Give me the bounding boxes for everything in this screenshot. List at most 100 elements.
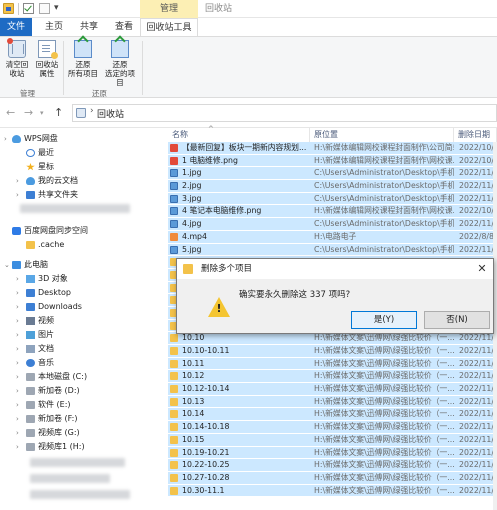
yes-button[interactable]: 是(Y) (351, 311, 417, 329)
chevron-right-icon[interactable]: › (90, 106, 94, 116)
column-header-location[interactable]: 原位置 (310, 128, 454, 142)
nav-item-baidu-sync[interactable]: 百度网盘同步空间 (0, 224, 164, 238)
table-row[interactable]: 10.19-10.21 H:\新媒体文案\迅傅网\绿强比较价（一... 2022/1… (168, 446, 497, 460)
column-header-date[interactable]: 删除日期 (454, 128, 497, 142)
table-row[interactable]: 4.mp4 H:\电路电子 2022/8/8 1 (168, 230, 497, 244)
table-row[interactable]: 【最新回复】板块一期新内容规划... H:\新媒体编辑网校课程封面制作\公司简单.… (168, 142, 497, 155)
nav-item-music[interactable]: › 音乐 (0, 356, 164, 370)
image-file-icon (170, 194, 178, 203)
video-file-icon (170, 232, 178, 241)
nav-item-starred[interactable]: 星标 (0, 160, 164, 174)
nav-item-my-cloud-docs[interactable]: › 我的云文档 (0, 174, 164, 188)
table-row[interactable]: 10.22-10.25 H:\新媒体文案\迅傅网\绿强比较价（一... 2022/1… (168, 459, 497, 472)
nav-item-downloads[interactable]: › Downloads (0, 300, 164, 314)
table-row[interactable]: 10.14 H:\新媒体文案\迅傅网\绿强比较价（一... 2022/11/1 (168, 408, 497, 422)
nav-item-drive-f[interactable]: › 新加卷 (F:) (0, 412, 164, 426)
music-icon (26, 359, 35, 367)
window-title: 回收站 (205, 4, 233, 14)
restore-selected-button[interactable]: 还原 选定的项目 (102, 40, 138, 87)
nav-item-wps-cloud[interactable]: › WPS网盘 (0, 132, 164, 146)
file-location: C:\Users\Administrator\Desktop\手机... (314, 193, 454, 203)
nav-item-shared-folder[interactable]: › 共享文件夹 (0, 188, 164, 202)
nav-item-recent[interactable]: 最近 (0, 146, 164, 160)
address-bar[interactable]: › 回收站 (72, 104, 497, 122)
file-name: 4.jpg (182, 219, 202, 229)
empty-recycle-bin-button[interactable]: 清空回 收站 (4, 38, 30, 84)
table-row[interactable]: 3.jpg C:\Users\Administrator\Desktop\手机..… (168, 192, 497, 206)
file-name: 10.14 (182, 409, 205, 419)
file-date: 2022/11/1 (459, 472, 497, 482)
table-row[interactable]: 10.30-11.1 H:\新媒体文案\迅傅网\绿强比较价（一... 2022/11… (168, 484, 497, 498)
file-location: H:\新媒体文案\迅傅网\绿强比较价（一... (314, 447, 454, 457)
folder-icon (26, 241, 35, 249)
no-button[interactable]: 否(N) (424, 311, 490, 329)
table-row[interactable]: 4.jpg C:\Users\Administrator\Desktop\手机..… (168, 218, 497, 231)
restore-selected-icon (111, 40, 129, 58)
cloud-folder-icon (26, 177, 35, 185)
table-row[interactable]: 10.13 H:\新媒体文案\迅傅网\绿强比较价（一... 2022/11/1 (168, 395, 497, 409)
close-icon[interactable]: ✕ (473, 259, 491, 279)
folder-icon (170, 448, 178, 457)
nav-item-videos[interactable]: › 视频 (0, 314, 164, 328)
tab-view[interactable]: 查看 (110, 18, 138, 36)
file-name: 4.mp4 (182, 231, 207, 241)
image-file-icon (170, 220, 178, 229)
table-row[interactable]: 4 笔记本电脑维修.png H:\新媒体编辑网校课程封面制作\网校课... 2022… (168, 205, 497, 219)
recent-locations-chevron-icon[interactable]: ▾ (40, 109, 44, 117)
address-path: 回收站 (97, 110, 125, 120)
recycle-bin-properties-button[interactable]: 回收站 属性 (34, 40, 60, 84)
tab-file[interactable]: 文件 (0, 18, 32, 36)
documents-icon (26, 345, 35, 353)
back-arrow-icon[interactable]: ← (6, 106, 15, 119)
table-row[interactable]: 10.10 H:\新媒体文案\迅傅网\绿强比较价（一... 2022/11/1 (168, 332, 497, 345)
nav-item-documents[interactable]: › 文档 (0, 342, 164, 356)
nav-item-cache[interactable]: .cache (0, 238, 164, 252)
nav-item-drive-e[interactable]: › 软件 (E:) (0, 398, 164, 412)
nav-item-desktop[interactable]: › Desktop (0, 286, 164, 300)
tab-home[interactable]: 主页 (40, 18, 68, 36)
new-folder-quick-button[interactable] (39, 3, 50, 14)
table-row[interactable]: 10.14-10.18 H:\新媒体文案\迅傅网\绿强比较价（一... 2022/1… (168, 421, 497, 434)
drive-icon (26, 387, 35, 395)
folder-icon (170, 334, 178, 343)
up-arrow-icon[interactable]: ↑ (54, 106, 63, 119)
properties-quick-button[interactable] (23, 3, 34, 14)
file-date: 2022/10/2 (459, 155, 497, 165)
forward-arrow-icon[interactable]: → (24, 106, 33, 119)
drive-icon (26, 373, 35, 381)
file-date: 2022/11/1 (459, 422, 497, 432)
table-row[interactable]: 2.jpg C:\Users\Administrator\Desktop\手机..… (168, 180, 497, 193)
table-row[interactable]: 10.12 H:\新媒体文案\迅傅网\绿强比较价（一... 2022/11/1 (168, 370, 497, 384)
nav-item-this-pc[interactable]: ⌄ 此电脑 (0, 258, 164, 272)
recycle-bin-icon (76, 108, 86, 118)
table-row[interactable]: 10.15 H:\新媒体文案\迅傅网\绿强比较价（一... 2022/11/1 (168, 433, 497, 447)
table-row[interactable]: 1.jpg C:\Users\Administrator\Desktop\手机..… (168, 167, 497, 181)
column-header-name[interactable]: 名称 ^ (168, 125, 310, 142)
nav-item-drive-h[interactable]: › 视频库1 (H:) (0, 440, 164, 454)
folder-icon (3, 3, 14, 14)
ribbon-tab-bar: 文件 主页 共享 查看 回收站工具 (0, 18, 497, 36)
file-location: C:\Users\Administrator\Desktop\手机... (314, 219, 454, 229)
file-name: 10.12-10.14 (182, 384, 230, 394)
nav-item-pictures[interactable]: › 图片 (0, 328, 164, 342)
nav-item-drive-g[interactable]: › 视频库 (G:) (0, 426, 164, 440)
table-row[interactable]: 5.jpg C:\Users\Administrator\Desktop\手机..… (168, 243, 497, 257)
tab-share[interactable]: 共享 (75, 18, 103, 36)
3d-objects-icon (26, 275, 35, 283)
image-file-icon (170, 169, 178, 178)
file-location: H:\新媒体文案\迅傅网\绿强比较价（一... (314, 371, 454, 381)
table-row[interactable]: 10.11 H:\新媒体文案\迅傅网\绿强比较价（一... 2022/11/1 (168, 357, 497, 371)
table-row[interactable]: 1 电脑维修.png H:\新媒体编辑网校课程封面制作\网校课... 2022/10… (168, 154, 497, 168)
restore-all-button[interactable]: 还原 所有项目 (66, 40, 100, 84)
nav-item-drive-d[interactable]: › 新加卷 (D:) (0, 384, 164, 398)
file-date: 2022/10/2 (459, 143, 497, 152)
image-file-icon (170, 182, 178, 191)
table-row[interactable]: 10.12-10.14 H:\新媒体文案\迅傅网\绿强比较价（一... 2022/1… (168, 383, 497, 396)
nav-item-drive-c[interactable]: › 本地磁盘 (C:) (0, 370, 164, 384)
table-row[interactable]: 10.27-10.28 H:\新媒体文案\迅傅网\绿强比较价（一... 2022/1… (168, 471, 497, 485)
table-row[interactable]: 10.10-10.11 H:\新媒体文案\迅傅网\绿强比较价（一... 2022/1… (168, 345, 497, 358)
tab-recycle-bin-tools[interactable]: 回收站工具 (140, 18, 198, 36)
customize-quick-access-icon[interactable]: ▾ (54, 3, 59, 13)
nav-item-3d-objects[interactable]: › 3D 对象 (0, 272, 164, 286)
video-icon (26, 317, 35, 325)
